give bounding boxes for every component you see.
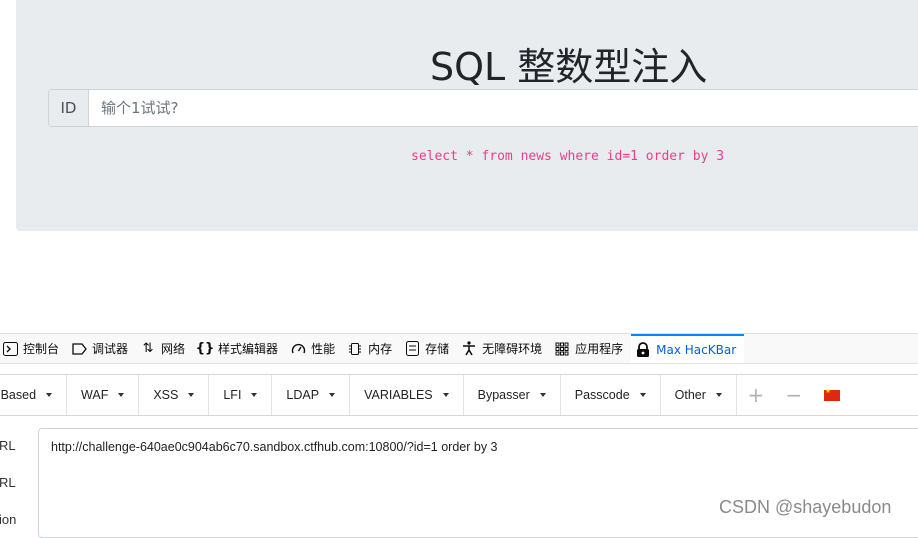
chevron-down-icon — [188, 393, 195, 397]
menu-other[interactable]: Other — [661, 375, 737, 415]
menu-waf[interactable]: WAF — [67, 375, 140, 415]
sql-query-text: select * from news where id=1 order by 3 — [411, 149, 725, 164]
chevron-down-icon — [251, 393, 258, 397]
tab-memory[interactable]: 内存 — [343, 334, 400, 363]
menu-xss[interactable]: XSS — [139, 375, 210, 415]
menu-sql-based-label: or Based — [0, 388, 37, 402]
network-icon: ⇅ — [142, 341, 154, 356]
zoom-out-button[interactable]: − — [775, 375, 813, 415]
console-icon — [2, 341, 18, 357]
menu-other-label: Other — [674, 388, 706, 402]
id-input[interactable] — [89, 90, 918, 126]
tab-max-hackbar[interactable]: Max HacKBar — [631, 334, 745, 363]
tab-style-editor-label: 样式编辑器 — [218, 342, 279, 356]
tab-storage-label: 存储 — [425, 342, 450, 356]
chevron-down-icon — [329, 393, 336, 397]
tab-performance[interactable]: 性能 — [286, 334, 343, 363]
menu-variables[interactable]: VARIABLES — [350, 375, 464, 415]
devtools-tab-bar: 控制台 调试器 ⇅ 网络 {} 样式编辑器 性能 内存 存储 无障碍环境 应用程… — [0, 333, 918, 364]
page-title: SQL 整数型注入 — [430, 45, 708, 89]
chevron-down-icon — [442, 393, 449, 397]
menu-xss-label: XSS — [153, 388, 179, 402]
chevron-down-icon — [46, 393, 53, 397]
id-label: ID — [49, 90, 89, 126]
watermark: CSDN @shayebudon — [719, 497, 892, 517]
performance-icon — [290, 341, 306, 357]
language-button[interactable] — [813, 375, 851, 415]
tab-accessibility[interactable]: 无障碍环境 — [457, 334, 550, 363]
memory-icon — [347, 341, 363, 357]
tab-console[interactable]: 控制台 — [0, 334, 67, 363]
menu-bypasser-label: Bypasser — [477, 388, 530, 402]
url-textarea[interactable]: http://challenge-640ae0c904ab6c70.sandbo… — [38, 428, 918, 538]
storage-icon — [404, 341, 420, 357]
style-editor-icon: {} — [195, 341, 215, 356]
tab-memory-label: 内存 — [368, 342, 393, 356]
hackbar-toolbar: or Based WAF XSS LFI LDAP VARIABLES Bypa… — [0, 374, 918, 416]
zoom-in-button[interactable]: + — [737, 375, 775, 415]
tab-application-label: 应用程序 — [575, 342, 624, 356]
minus-icon: − — [785, 383, 803, 407]
menu-sql-based[interactable]: or Based — [0, 375, 68, 415]
chevron-down-icon — [539, 393, 546, 397]
menu-lfi-label: LFI — [223, 388, 242, 402]
split-url-label[interactable]: RL — [0, 475, 16, 490]
tab-performance-label: 性能 — [311, 342, 336, 356]
hackbar-icon — [635, 341, 651, 358]
tab-max-hackbar-label: Max HacKBar — [656, 342, 737, 357]
tab-storage[interactable]: 存储 — [400, 334, 457, 363]
execution-label[interactable]: ion — [0, 512, 16, 527]
chevron-down-icon — [639, 393, 646, 397]
menu-variables-label: VARIABLES — [364, 388, 433, 402]
tab-debugger[interactable]: 调试器 — [67, 334, 136, 363]
menu-bypasser[interactable]: Bypasser — [464, 375, 561, 415]
load-url-label[interactable]: RL — [0, 438, 16, 453]
tab-console-label: 控制台 — [23, 342, 60, 356]
menu-ldap[interactable]: LDAP — [272, 375, 351, 415]
plus-icon: + — [747, 383, 765, 407]
tab-debugger-label: 调试器 — [92, 342, 129, 356]
application-icon — [554, 341, 570, 357]
menu-waf-label: WAF — [81, 388, 109, 402]
tab-application[interactable]: 应用程序 — [550, 334, 631, 363]
tab-network-label: 网络 — [161, 342, 186, 356]
china-flag-icon — [823, 387, 840, 401]
menu-passcode-label: Passcode — [574, 388, 630, 402]
chevron-down-icon — [715, 393, 722, 397]
tab-network[interactable]: ⇅ 网络 — [136, 334, 193, 363]
menu-ldap-label: LDAP — [286, 388, 320, 402]
accessibility-icon — [461, 341, 477, 357]
debugger-icon — [71, 341, 87, 357]
id-input-group: ID — [48, 89, 918, 127]
menu-lfi[interactable]: LFI — [209, 375, 273, 415]
menu-passcode[interactable]: Passcode — [561, 375, 661, 415]
tab-accessibility-label: 无障碍环境 — [482, 342, 543, 356]
chevron-down-icon — [118, 393, 125, 397]
tab-style-editor[interactable]: {} 样式编辑器 — [193, 334, 286, 363]
